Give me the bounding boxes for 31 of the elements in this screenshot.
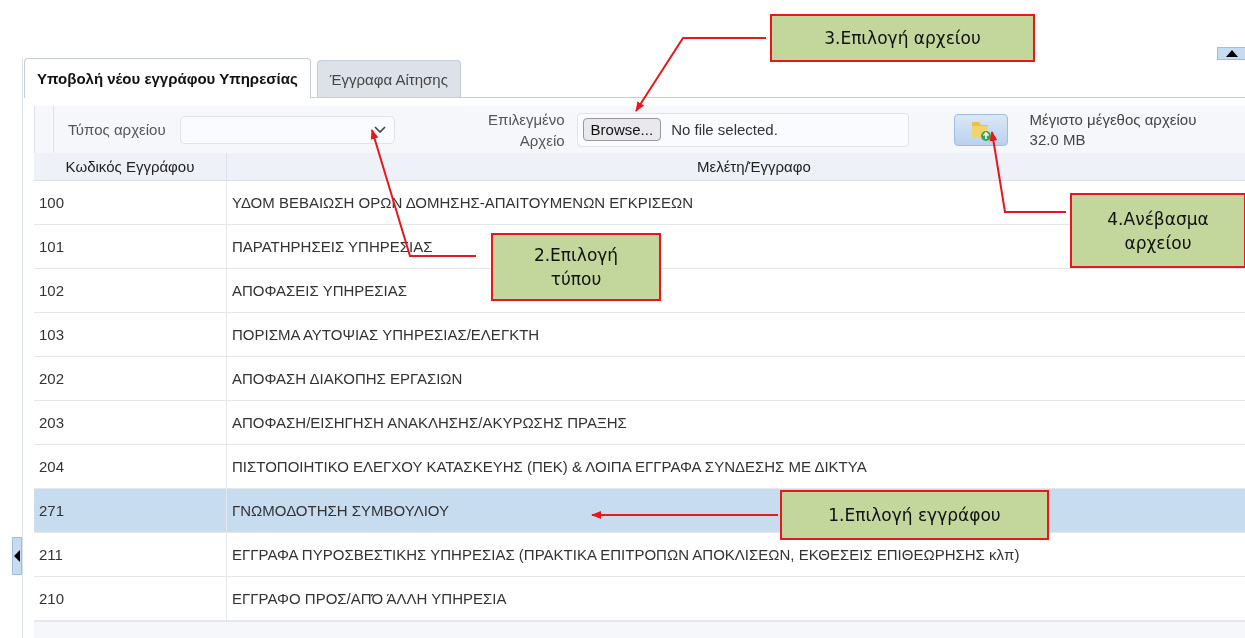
table-cell[interactable]: 203 bbox=[34, 401, 227, 445]
table-cell[interactable]: 271 bbox=[34, 489, 227, 533]
up-triangle-icon bbox=[1226, 50, 1238, 57]
table-cell[interactable]: 202 bbox=[34, 357, 227, 401]
table-cell[interactable]: 103 bbox=[34, 313, 227, 357]
chevron-down-icon bbox=[373, 125, 386, 134]
callout-tooltip: 3.Επιλογή αρχείου bbox=[770, 14, 1035, 62]
scroll-up-button[interactable] bbox=[1217, 47, 1245, 60]
max-size-value: 32.0 MB bbox=[1029, 129, 1087, 150]
file-status-text: No file selected. bbox=[671, 121, 778, 138]
table-cell[interactable]: 211 bbox=[34, 533, 227, 577]
table-cell[interactable]: 100 bbox=[34, 181, 227, 225]
collapse-button[interactable] bbox=[12, 537, 22, 575]
tab[interactable]: Υποβολή νέου εγγράφου Υπηρεσίας bbox=[24, 58, 311, 98]
table-cell[interactable]: 101 bbox=[34, 225, 227, 269]
upload-button[interactable] bbox=[953, 113, 1008, 146]
column-header: Μελέτη/Έγγραφο bbox=[227, 153, 1245, 181]
callout-tooltip: 4.Ανέβασμα αρχείου bbox=[1070, 193, 1245, 268]
file-type-label: Τύπος αρχείου bbox=[68, 121, 166, 138]
column-header: Κωδικός Εγγράφου bbox=[34, 153, 227, 181]
left-triangle-icon bbox=[14, 550, 20, 562]
table-cell[interactable]: 102 bbox=[34, 269, 227, 313]
callout-tooltip: 1.Επιλογή εγγράφου bbox=[780, 490, 1049, 540]
table-cell[interactable]: 204 bbox=[34, 445, 227, 489]
selected-file-label: Επιλεγμένο Αρχείο bbox=[487, 109, 565, 151]
file-input[interactable]: Browse... No file selected. bbox=[576, 112, 909, 147]
table-cell[interactable]: 210 bbox=[34, 577, 227, 621]
callout-tooltip: 2.Επιλογή τύπου bbox=[491, 233, 661, 301]
max-size-label: Μέγιστο μέγεθος αρχείου bbox=[1029, 109, 1197, 130]
browse-button[interactable]: Browse... bbox=[582, 118, 662, 141]
tab[interactable]: Έγγραφα Αίτησης bbox=[316, 60, 461, 97]
